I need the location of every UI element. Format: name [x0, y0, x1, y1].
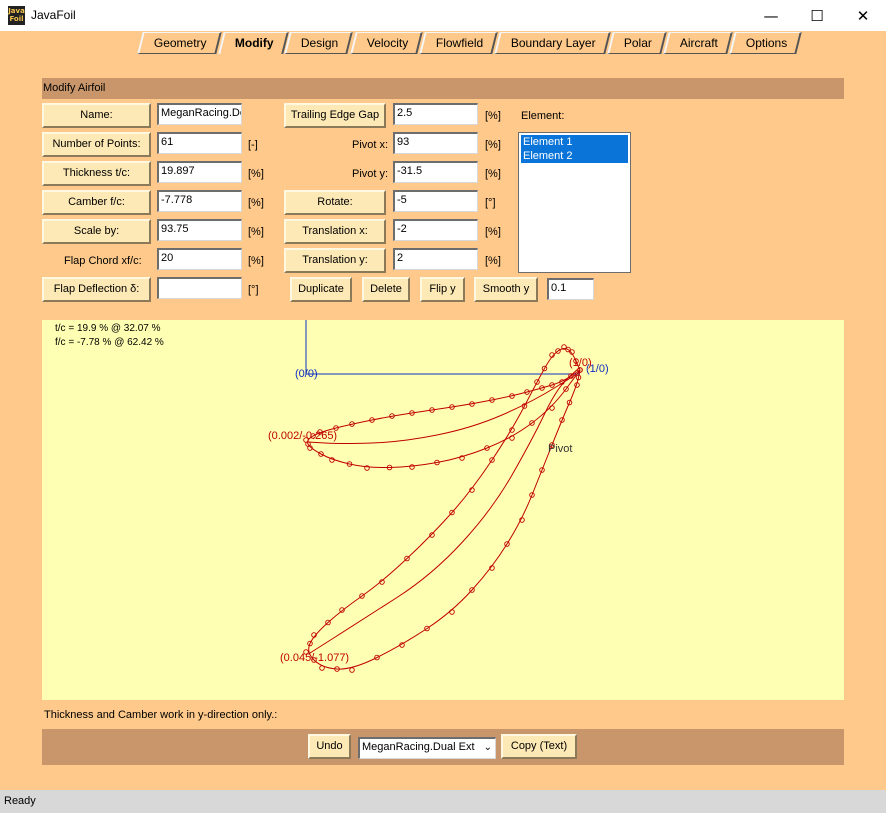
panel-point-marker: [349, 667, 355, 673]
rotate-field[interactable]: -5: [393, 190, 478, 212]
panel-point-marker: [409, 464, 415, 470]
element-1-contour: [307, 369, 581, 469]
airfoil-select-value: MeganRacing.Dual Ext: [362, 741, 475, 753]
tab-bar: Geometry Modify Design Velocity Flowfiel…: [137, 32, 803, 54]
tab-design[interactable]: Design: [284, 32, 354, 54]
thickness-button[interactable]: Thickness t/c:: [42, 161, 151, 186]
translation-x-button[interactable]: Translation x:: [284, 219, 386, 244]
smooth-y-button[interactable]: Smooth y: [474, 277, 538, 302]
element-2-leading-edge-label: (0.045/-1.077): [280, 652, 349, 664]
scale-button[interactable]: Scale by:: [42, 219, 151, 244]
chevron-down-icon: ⌄: [483, 742, 492, 753]
section-title: Modify Airfoil: [42, 78, 844, 99]
bottom-toolbar: Undo MeganRacing.Dual Ext ⌄ Copy (Text): [42, 729, 844, 765]
pivot-y-unit: [%]: [485, 168, 501, 180]
airfoil-plot: t/c = 19.9 % @ 32.07 % f/c = -7.78 % @ 6…: [42, 320, 844, 700]
panel-point-marker: [449, 609, 455, 615]
tab-flowfield[interactable]: Flowfield: [419, 32, 499, 54]
tab-modify[interactable]: Modify: [217, 32, 289, 54]
flip-y-button[interactable]: Flip y: [420, 277, 465, 302]
rotate-button[interactable]: Rotate:: [284, 190, 386, 215]
pivot-label: Pivot: [548, 443, 572, 455]
element-label: Element:: [521, 110, 565, 122]
scale-field[interactable]: 93.75: [157, 219, 242, 241]
javafoil-app-icon: Java Foil: [8, 6, 25, 25]
flap-deflection-unit: [°]: [248, 284, 259, 296]
flap-deflection-field[interactable]: [157, 277, 242, 299]
flap-chord-label: Flap Chord xf/c:: [64, 255, 142, 267]
element-1-leading-edge-label: (0.002/-0.265): [268, 430, 337, 442]
copy-text-button[interactable]: Copy (Text): [501, 734, 577, 759]
translation-y-field[interactable]: 2: [393, 248, 478, 270]
status-bar: Ready: [0, 790, 886, 813]
translation-y-button[interactable]: Translation y:: [284, 248, 386, 273]
translation-x-unit: [%]: [485, 226, 501, 238]
title-bar: Java Foil JavaFoil — ☐ ✕: [0, 0, 886, 31]
panel-point-marker: [319, 665, 325, 671]
flap-chord-unit: [%]: [248, 255, 264, 267]
flap-chord-field[interactable]: 20: [157, 248, 242, 270]
pivot-y-label: Pivot y:: [352, 168, 389, 180]
name-button[interactable]: Name:: [42, 103, 151, 128]
hint-text: Thickness and Camber work in y-direction…: [44, 709, 278, 721]
number-of-points-field[interactable]: 61: [157, 132, 242, 154]
camber-button[interactable]: Camber f/c:: [42, 190, 151, 215]
pivot-x-field[interactable]: 93: [393, 132, 478, 154]
minimize-button[interactable]: —: [748, 0, 794, 31]
number-of-points-button[interactable]: Number of Points:: [42, 132, 151, 157]
tab-geometry[interactable]: Geometry: [137, 32, 222, 54]
thickness-unit: [%]: [248, 168, 264, 180]
flap-deflection-button[interactable]: Flap Deflection δ:: [42, 277, 151, 302]
trailing-edge-label: (1/0): [569, 357, 592, 369]
element-list[interactable]: Element 1 Element 2: [518, 132, 631, 273]
airfoil-select[interactable]: MeganRacing.Dual Ext ⌄: [358, 737, 496, 759]
panel-markers: [303, 344, 583, 673]
delete-button[interactable]: Delete: [362, 277, 410, 302]
list-item[interactable]: Element 1: [521, 135, 628, 149]
camber-unit: [%]: [248, 197, 264, 209]
smooth-factor-field[interactable]: 0.1: [547, 278, 594, 300]
origin-label: (0/0): [295, 368, 318, 380]
te-gap-unit: [%]: [485, 110, 501, 122]
pivot-y-field[interactable]: -31.5: [393, 161, 478, 183]
trailing-edge-gap-button[interactable]: Trailing Edge Gap: [284, 103, 386, 128]
points-unit: [-]: [248, 139, 258, 151]
window-title: JavaFoil: [31, 8, 76, 22]
tab-options[interactable]: Options: [729, 32, 803, 54]
tab-polar[interactable]: Polar: [607, 32, 667, 54]
thickness-field[interactable]: 19.897: [157, 161, 242, 183]
name-field[interactable]: MeganRacing.De: [157, 103, 242, 125]
maximize-button[interactable]: ☐: [794, 0, 840, 31]
translation-x-field[interactable]: -2: [393, 219, 478, 241]
panel-point-marker: [549, 405, 555, 411]
scale-unit: [%]: [248, 226, 264, 238]
rotate-unit: [°]: [485, 197, 496, 209]
translation-y-unit: [%]: [485, 255, 501, 267]
pivot-x-unit: [%]: [485, 139, 501, 151]
list-item[interactable]: Element 2: [521, 149, 628, 163]
camber-field[interactable]: -7.778: [157, 190, 242, 212]
tab-aircraft[interactable]: Aircraft: [663, 32, 733, 54]
undo-button[interactable]: Undo: [308, 734, 351, 759]
element-2-camber-line: [309, 367, 580, 654]
trailing-edge-gap-field[interactable]: 2.5: [393, 103, 478, 125]
airfoil-canvas: (0/0) (1/0) (1/0) (0.002/-0.265) (0.045/…: [268, 320, 609, 673]
tab-velocity[interactable]: Velocity: [349, 32, 423, 54]
tab-boundary-layer[interactable]: Boundary Layer: [494, 32, 611, 54]
close-button[interactable]: ✕: [840, 0, 886, 31]
pivot-x-label: Pivot x:: [352, 139, 389, 151]
duplicate-button[interactable]: Duplicate: [290, 277, 352, 302]
